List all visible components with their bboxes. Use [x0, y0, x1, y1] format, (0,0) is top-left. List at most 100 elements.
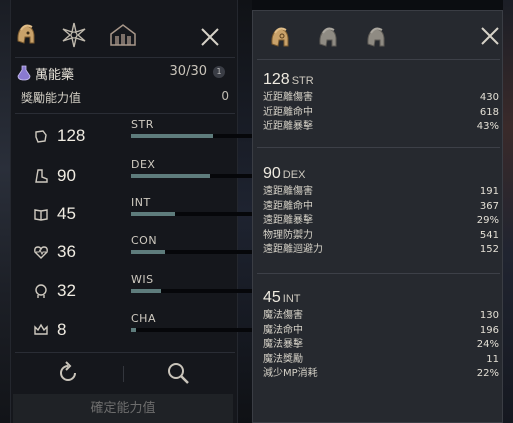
detail-line-value: 29%: [476, 215, 499, 226]
stat-abbr: STR: [131, 118, 154, 131]
detail-section-str: 128 STR 近距離傷害 430 近距離命中 618 近距離暴擊 43%: [263, 69, 499, 135]
potion-row: 萬能藥 30/30 1: [17, 63, 233, 83]
stat-row-dex[interactable]: 90 DEX: [33, 158, 263, 190]
potion-count: 30/30: [169, 64, 207, 79]
detail-line-value: 367: [479, 200, 499, 212]
detail-line-value: 130: [479, 310, 499, 321]
inspect-button[interactable]: [165, 360, 191, 386]
stat-bar: [131, 250, 263, 254]
stat-value: 90: [57, 166, 76, 185]
stat-bar-fill: [131, 328, 136, 332]
close-icon: [481, 27, 499, 45]
detail-section-value: 128: [263, 71, 290, 88]
detail-line-value: 22%: [476, 368, 499, 379]
detail-line: 遠距離暴擊 29%: [263, 214, 499, 229]
detail-line-label: 遠距離迴避力: [263, 244, 323, 255]
fist-icon: [35, 130, 47, 143]
detail-line-label: 近距離暴擊: [263, 121, 313, 132]
detail-line-label: 遠距離傷害: [263, 186, 313, 197]
stat-bar-fill: [131, 212, 175, 216]
detail-line-value: 618: [479, 106, 499, 118]
divider: [123, 366, 124, 382]
detail-section-abbr: DEX: [282, 169, 306, 181]
stat-bar-fill: [131, 134, 213, 138]
helmet-icon: [319, 27, 337, 47]
detail-line-label: 物理防禦力: [263, 229, 313, 241]
stats-panel: 萬能藥 30/30 1 獎勵能力值 0 128 STR 90 DEX 45 INT 36 CO…: [10, 0, 263, 423]
potion-icon: [17, 65, 31, 81]
detail-section-value: 90: [263, 165, 281, 182]
detail-section-header: 128 STR: [263, 69, 499, 91]
game-background-right: [503, 0, 513, 423]
detail-line-label: 魔法獎勵: [263, 353, 303, 365]
detail-line: 遠距離命中 367: [263, 200, 499, 215]
detail-line-label: 魔法傷害: [263, 310, 303, 321]
stat-bar: [131, 134, 263, 138]
detail-section-header: 90 DEX: [263, 163, 499, 185]
close-button[interactable]: [197, 24, 223, 50]
divider: [257, 147, 500, 148]
tab-helmet-1[interactable]: [263, 21, 297, 55]
stat-bar-fill: [131, 250, 165, 254]
detail-line-label: 近距離命中: [263, 106, 313, 118]
stat-value: 32: [57, 281, 76, 300]
detail-section-value: 45: [263, 289, 281, 306]
reset-button[interactable]: [55, 360, 81, 386]
spartan-helmet-icon: [17, 24, 35, 44]
detail-line-value: 152: [479, 244, 499, 255]
tab-elixir[interactable]: [57, 18, 91, 52]
stat-bar: [131, 174, 263, 178]
divider: [15, 113, 235, 114]
detail-line-value: 196: [479, 324, 499, 336]
bonus-points-label: 獎勵能力值: [21, 91, 82, 105]
detail-section-abbr: STR: [291, 75, 314, 87]
stat-row-cha[interactable]: 8 CHA: [33, 312, 263, 344]
detail-line: 魔法命中 196: [263, 324, 499, 339]
detail-line-value: 43%: [476, 121, 499, 132]
building-icon: [110, 24, 136, 46]
divider: [15, 57, 235, 58]
stat-value: 36: [57, 242, 76, 261]
stat-bar-fill: [131, 174, 210, 178]
stat-value: 128: [57, 126, 86, 145]
stat-action-row: [11, 358, 239, 390]
spartan-helmet-icon: [271, 27, 289, 47]
tab-character[interactable]: [9, 18, 43, 52]
tab-helmet-3[interactable]: [359, 21, 393, 55]
detail-line: 魔法暴擊 24%: [263, 338, 499, 353]
stat-bar: [131, 212, 263, 216]
bonus-points-row: 獎勵能力值 0: [21, 89, 229, 107]
detail-line-label: 近距離傷害: [263, 92, 313, 103]
tab-house[interactable]: [106, 18, 140, 52]
detail-section-header: 45 INT: [263, 287, 499, 309]
stat-row-str[interactable]: 128 STR: [33, 118, 263, 150]
stat-abbr: CHA: [131, 312, 156, 325]
stat-row-int[interactable]: 45 INT: [33, 196, 263, 228]
tab-helmet-2[interactable]: [311, 21, 345, 55]
magnifier-icon: [168, 363, 189, 384]
crown-icon: [34, 323, 48, 335]
potion-badge[interactable]: 1: [213, 66, 225, 78]
details-close-button[interactable]: [477, 23, 503, 49]
stat-bar-fill: [131, 289, 161, 293]
detail-line: 近距離命中 618: [263, 106, 499, 121]
stat-abbr: CON: [131, 234, 158, 247]
detail-line: 近距離傷害 430: [263, 91, 499, 106]
boot-icon: [35, 169, 48, 183]
detail-line-value: 541: [479, 229, 499, 241]
detail-line-value: 11: [486, 353, 499, 365]
stat-row-wis[interactable]: 32 WIS: [33, 273, 263, 305]
stats-tab-row: [11, 18, 239, 58]
helmet-icon: [367, 27, 385, 47]
stat-abbr: DEX: [131, 158, 156, 171]
details-tab-row: [253, 21, 504, 57]
divider: [15, 352, 235, 353]
divider: [257, 59, 500, 60]
detail-line-value: 430: [479, 92, 499, 103]
detail-line: 遠距離傷害 191: [263, 185, 499, 200]
stat-row-con[interactable]: 36 CON: [33, 234, 263, 266]
detail-line: 減少MP消耗 22%: [263, 367, 499, 382]
detail-section-dex: 90 DEX 遠距離傷害 191 遠距離命中 367 遠距離暴擊 29% 物理防禦力 541 遠距離…: [263, 163, 499, 258]
confirm-stats-button[interactable]: 確定能力值: [13, 394, 233, 423]
stat-bar: [131, 289, 263, 293]
